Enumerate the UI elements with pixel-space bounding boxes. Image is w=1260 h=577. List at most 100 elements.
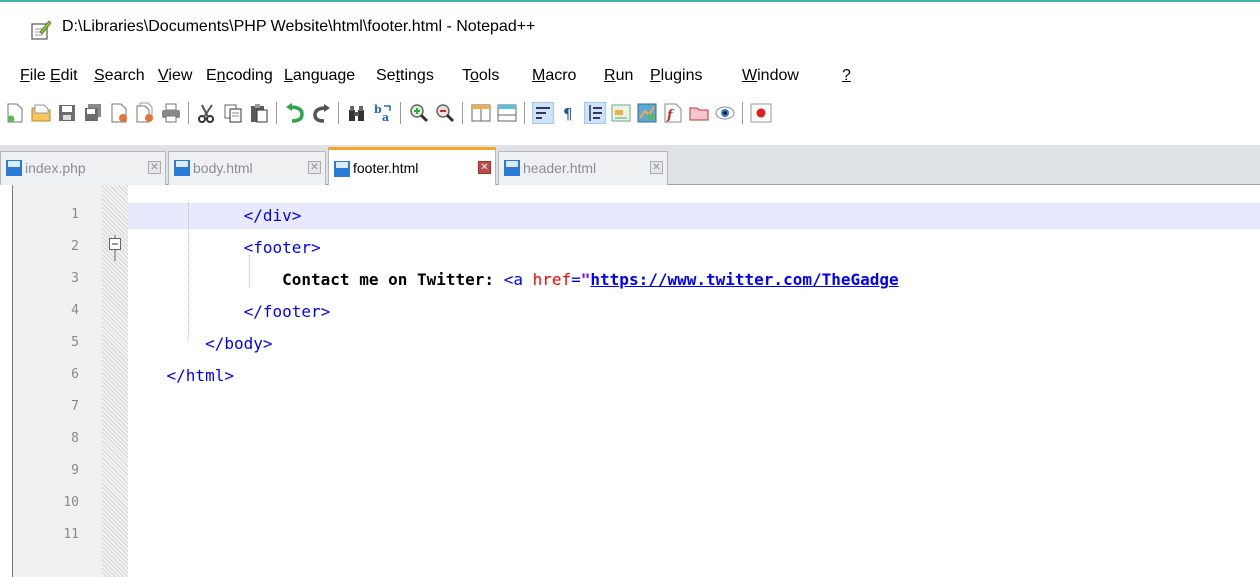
document-map-icon[interactable]: [636, 102, 658, 124]
line-number: 5: [71, 335, 79, 350]
line-number: 8: [71, 431, 79, 446]
code-token: =: [571, 270, 581, 289]
toolbar: ba ¶ f: [0, 94, 1260, 132]
tab-label: index.php: [25, 160, 86, 176]
toolbar-separator: [276, 102, 277, 124]
code-token: </body>: [205, 334, 273, 353]
code-token: <footer>: [243, 238, 321, 257]
line-number: 11: [63, 527, 79, 542]
menu-item[interactable]: Settings: [376, 67, 434, 85]
menu-item[interactable]: Plugins: [650, 67, 702, 85]
tab-label: footer.html: [353, 160, 419, 176]
close-tab-icon[interactable]: ✕: [478, 161, 491, 174]
code-token: </html>: [166, 366, 234, 385]
toolbar-separator: [524, 102, 525, 124]
window-title: D:\Libraries\Documents\PHP Website\html\…: [62, 18, 536, 35]
replace-icon[interactable]: ba: [372, 102, 394, 124]
code-token: https://www.twitter.com/TheGadge: [590, 270, 899, 289]
code-line[interactable]: </div>: [128, 203, 302, 229]
code-line[interactable]: </body>: [128, 331, 273, 357]
menu-bar: File Edit Search View Encoding Language Settin…: [0, 63, 1260, 89]
toolbar-separator: [742, 102, 743, 124]
word-wrap-icon[interactable]: [532, 102, 554, 124]
close-tab-icon[interactable]: ✕: [148, 161, 161, 174]
save-all-icon[interactable]: [82, 102, 104, 124]
code-token: </footer>: [243, 302, 331, 321]
menu-item[interactable]: Run: [604, 67, 633, 85]
close-icon[interactable]: [108, 102, 130, 124]
monitoring-icon[interactable]: [714, 102, 736, 124]
copy-icon[interactable]: [222, 102, 244, 124]
menu-item[interactable]: Search: [94, 67, 145, 85]
code-token: </div>: [243, 206, 302, 225]
menu-item[interactable]: Edit: [50, 67, 78, 85]
line-number: 10: [63, 495, 79, 510]
svg-text:b: b: [374, 103, 382, 116]
code-line[interactable]: </footer>: [128, 299, 331, 325]
toolbar-separator: [400, 102, 401, 124]
code-line[interactable]: <footer>: [128, 235, 321, 261]
menu-item[interactable]: View: [158, 67, 192, 85]
show-all-chars-icon[interactable]: ¶: [558, 102, 580, 124]
tab-footer-html[interactable]: footer.html ✕: [328, 147, 496, 186]
line-number: 4: [71, 303, 79, 318]
menu-item[interactable]: Window: [742, 67, 799, 85]
function-list-icon[interactable]: f: [662, 102, 684, 124]
tab-index-php[interactable]: index.php ✕: [0, 151, 166, 185]
sync-horizontal-icon[interactable]: [496, 102, 518, 124]
line-number: 1: [71, 207, 79, 222]
code-token: <a: [503, 270, 533, 289]
menu-item[interactable]: Encoding: [206, 67, 273, 85]
toolbar-separator: [188, 102, 189, 124]
print-icon[interactable]: [160, 102, 182, 124]
code-area[interactable]: </div> <footer> Contact me on Twitter: <…: [128, 185, 1260, 577]
menu-item[interactable]: ?: [842, 67, 851, 85]
zoom-in-icon[interactable]: [408, 102, 430, 124]
user-language-icon[interactable]: [610, 102, 632, 124]
find-icon[interactable]: [346, 102, 368, 124]
record-macro-icon[interactable]: [750, 102, 772, 124]
menu-item[interactable]: Tools: [462, 67, 499, 85]
floppy-disk-icon: [6, 160, 22, 176]
close-tab-icon[interactable]: ✕: [650, 161, 663, 174]
code-token: Contact me on Twitter:: [282, 270, 504, 289]
notepad-plus-plus-icon: [31, 20, 52, 40]
open-file-icon[interactable]: [30, 102, 52, 124]
fold-margin[interactable]: [102, 185, 128, 577]
code-line[interactable]: </html>: [128, 363, 234, 389]
menu-item[interactable]: Macro: [532, 67, 576, 85]
indent-guide-icon[interactable]: [584, 102, 606, 124]
cut-icon[interactable]: [196, 102, 218, 124]
save-icon[interactable]: [56, 102, 78, 124]
redo-icon[interactable]: [310, 102, 332, 124]
line-number: 3: [71, 271, 79, 286]
tab-strip: index.php ✕ body.html ✕ footer.html ✕ he…: [0, 145, 1260, 186]
line-number: 9: [71, 463, 79, 478]
fold-collapse-icon[interactable]: [108, 235, 122, 261]
sync-vertical-icon[interactable]: [470, 102, 492, 124]
editor[interactable]: 1 2 3 4 5 6 7 8 9 10 11 </div> <footer> Contact me…: [0, 185, 1260, 577]
tab-header-html[interactable]: header.html ✕: [498, 151, 668, 185]
zoom-out-icon[interactable]: [434, 102, 456, 124]
menu-item[interactable]: File: [20, 67, 46, 85]
close-tab-icon[interactable]: ✕: [308, 161, 321, 174]
folder-as-workspace-icon[interactable]: [688, 102, 710, 124]
svg-text:a: a: [382, 111, 389, 124]
code-token: href: [532, 270, 572, 289]
toolbar-separator: [462, 102, 463, 124]
line-number: 2: [71, 239, 79, 254]
code-line[interactable]: Contact me on Twitter: <a href="https://…: [128, 267, 899, 293]
title-bar: D:\Libraries\Documents\PHP Website\html\…: [0, 0, 1260, 56]
floppy-disk-icon: [334, 161, 350, 177]
close-all-icon[interactable]: [134, 102, 156, 124]
line-number: 7: [71, 399, 79, 414]
menu-item[interactable]: Language: [284, 67, 355, 85]
undo-icon[interactable]: [284, 102, 306, 124]
toolbar-separator: [338, 102, 339, 124]
code-token: ": [580, 270, 591, 289]
tab-body-html[interactable]: body.html ✕: [168, 151, 326, 185]
new-file-icon[interactable]: [4, 102, 26, 124]
paste-icon[interactable]: [248, 102, 270, 124]
line-number-gutter: 1 2 3 4 5 6 7 8 9 10 11: [12, 185, 102, 577]
svg-text:¶: ¶: [563, 105, 573, 123]
